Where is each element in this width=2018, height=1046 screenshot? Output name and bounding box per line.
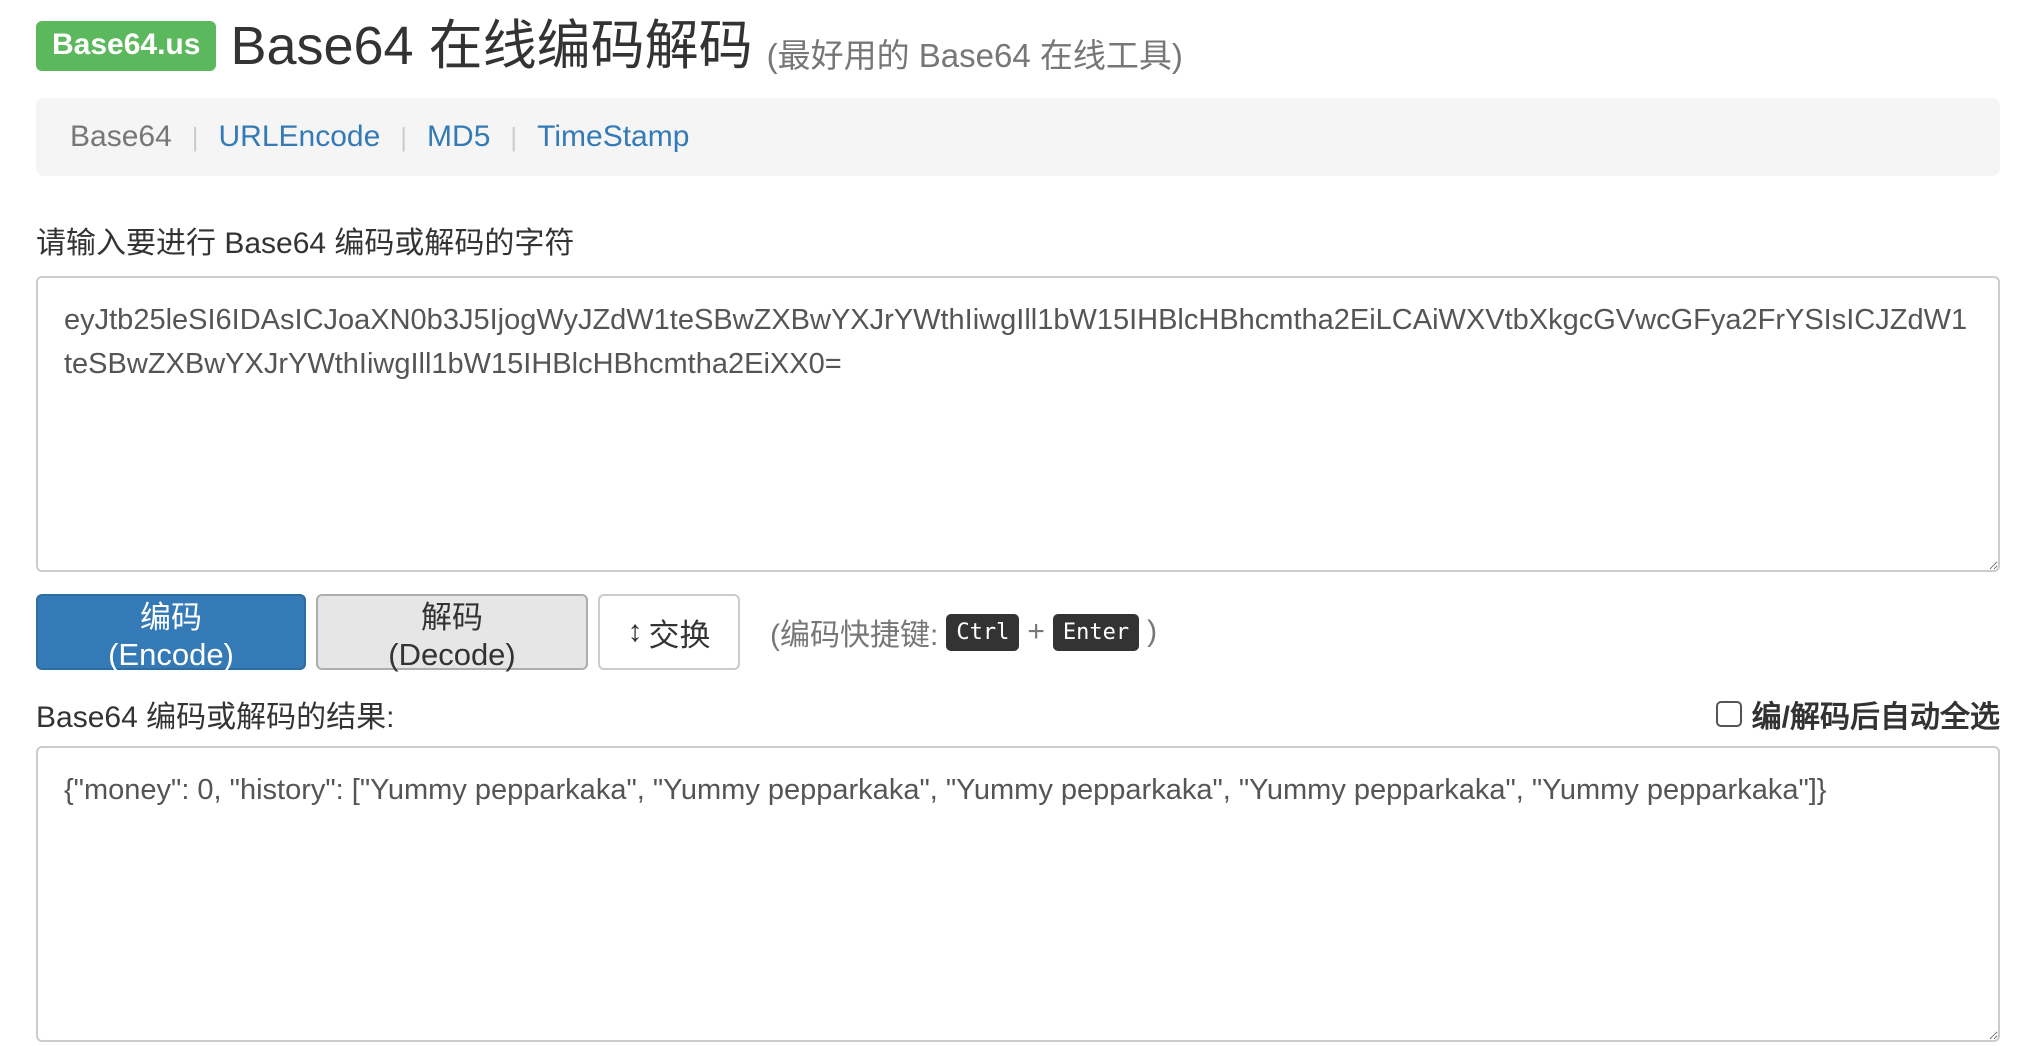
nav-separator: | xyxy=(191,121,199,152)
shortcut-plus: + xyxy=(1027,615,1045,648)
auto-select-toggle[interactable]: 编/解码后自动全选 xyxy=(1715,692,2000,736)
output-textarea[interactable] xyxy=(36,746,2000,1042)
breadcrumb-nav: Base64 | URLEncode | MD5 | TimeStamp xyxy=(36,98,2000,176)
action-bar: 编码 (Encode) 解码 (Decode) ↕ 交换 (编码快捷键: Ctr… xyxy=(36,594,1157,672)
enter-key: Enter xyxy=(1052,613,1140,651)
swap-button-label: 交换 xyxy=(648,617,711,653)
result-label: Base64 编码或解码的结果: xyxy=(36,701,395,734)
input-label: 请输入要进行 Base64 编码或解码的字符 xyxy=(36,227,575,260)
page-subtitle: (最好用的 Base64 在线工具) xyxy=(766,37,1183,74)
shortcut-hint: (编码快捷键: Ctrl + Enter ) xyxy=(770,610,1157,654)
nav-item-urlencode[interactable]: URLEncode xyxy=(219,120,381,154)
swap-arrows-icon: ↕ xyxy=(627,615,643,648)
swap-button[interactable]: ↕ 交换 xyxy=(598,594,740,670)
page: Base64.us Base64 在线编码解码 (最好用的 Base64 在线工… xyxy=(0,0,2018,1046)
encode-button[interactable]: 编码 (Encode) xyxy=(36,594,306,672)
page-title: Base64 在线编码解码 xyxy=(230,16,753,76)
auto-select-checkbox[interactable] xyxy=(1715,701,1742,727)
shortcut-suffix: ) xyxy=(1147,615,1158,648)
nav-item-timestamp[interactable]: TimeStamp xyxy=(537,120,689,154)
brand-badge[interactable]: Base64.us xyxy=(36,21,217,71)
nav-item-base64: Base64 xyxy=(70,120,172,153)
input-textarea[interactable] xyxy=(36,276,2000,572)
auto-select-label: 编/解码后自动全选 xyxy=(1751,701,2000,734)
nav-item-md5[interactable]: MD5 xyxy=(427,120,490,154)
ctrl-key: Ctrl xyxy=(946,613,1020,651)
nav-separator: | xyxy=(400,121,408,152)
decode-button[interactable]: 解码 (Decode) xyxy=(316,594,588,672)
shortcut-prefix: (编码快捷键: xyxy=(770,619,939,652)
header: Base64.us Base64 在线编码解码 (最好用的 Base64 在线工… xyxy=(36,12,1183,80)
nav-separator: | xyxy=(510,121,518,152)
